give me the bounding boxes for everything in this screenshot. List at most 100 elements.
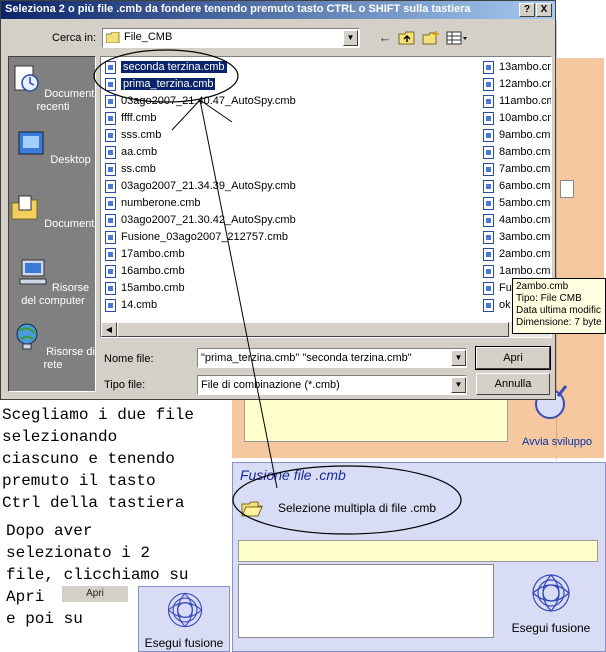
file-name: 16ambo.cmb (121, 265, 185, 277)
place-documents[interactable]: Documenti (9, 193, 97, 231)
up-folder-icon[interactable] (398, 30, 416, 46)
file-name: 03ago2007_21.40.47_AutoSpy.cmb (121, 95, 296, 107)
chevron-down-icon[interactable]: ▼ (343, 30, 358, 46)
file-item[interactable]: 4ambo.cmb (481, 212, 551, 228)
esegui-fusione-reference-label: Esegui fusione (144, 636, 224, 650)
file-item[interactable]: 15ambo.cmb (103, 280, 185, 296)
path-field[interactable] (238, 540, 598, 562)
file-name: numberone.cmb (121, 197, 201, 209)
esegui-fusione-label[interactable]: Esegui fusione (502, 621, 600, 635)
file-item[interactable]: 13ambo.cmb (481, 59, 551, 75)
file-item[interactable]: 1ambo.cmb (481, 263, 551, 279)
lookin-label: Cerca in: (52, 32, 97, 44)
file-item[interactable]: 8ambo.cmb (481, 144, 551, 160)
file-name: 03ago2007_21.30.42_AutoSpy.cmb (121, 214, 296, 226)
file-item[interactable]: 03ago2007_21.34.39_AutoSpy.cmb (103, 178, 296, 194)
file-item[interactable]: 9ambo.cmb (481, 127, 552, 143)
cmb-file-icon (483, 180, 494, 193)
file-item[interactable]: 16ambo.cmb (103, 263, 185, 279)
chevron-down-icon[interactable]: ▼ (451, 350, 466, 366)
file-item[interactable]: ss.cmb (103, 161, 156, 177)
file-name: 5ambo.cmb (499, 197, 552, 209)
file-item[interactable]: ffff.cmb (103, 110, 156, 126)
file-item[interactable]: ok (481, 297, 511, 313)
file-item[interactable]: Fusione_03ago2007_212757.cmb (103, 229, 288, 245)
file-name: ok (499, 299, 511, 311)
file-item[interactable]: seconda terzina.cmb (103, 59, 227, 75)
file-item[interactable]: 11ambo.cmb (481, 93, 551, 109)
small-white-field[interactable] (560, 180, 574, 198)
file-name: 6ambo.cmb (499, 180, 552, 192)
cmb-file-icon (483, 248, 494, 261)
file-item[interactable]: aa.cmb (103, 144, 157, 160)
selected-files-list[interactable] (238, 564, 494, 638)
place-desktop-label: Desktop (50, 154, 91, 166)
file-name: 15ambo.cmb (121, 282, 185, 294)
file-name: 11ambo.cmb (499, 95, 551, 107)
place-computer[interactable]: Risorse del computer (9, 257, 97, 308)
file-name: 03ago2007_21.34.39_AutoSpy.cmb (121, 180, 296, 192)
file-item[interactable]: 03ago2007_21.40.47_AutoSpy.cmb (103, 93, 296, 109)
back-arrow-icon[interactable]: ← (376, 30, 394, 46)
file-name: ffff.cmb (121, 112, 157, 124)
file-item[interactable]: sss.cmb (103, 127, 161, 143)
file-name: 2ambo.cmb (499, 248, 552, 260)
file-list[interactable]: seconda terzina.cmb prima_terzina.cmb 03ag… (100, 56, 552, 338)
file-name: 9ambo.cmb (499, 129, 552, 141)
place-recent[interactable]: Documenti recenti (9, 63, 97, 114)
lookin-value: File_CMB (124, 31, 173, 43)
file-item[interactable]: prima_terzina.cmb (103, 76, 216, 92)
close-button[interactable]: X (536, 3, 552, 17)
file-name: seconda terzina.cmb (121, 61, 227, 73)
filetype-select[interactable]: File di combinazione (*.cmb) (197, 375, 467, 395)
chevron-down-icon[interactable]: ▼ (451, 377, 466, 393)
cmb-file-icon (105, 146, 116, 159)
help-button[interactable]: ? (519, 3, 535, 17)
file-name: 14.cmb (121, 299, 158, 311)
file-item[interactable]: numberone.cmb (103, 195, 201, 211)
new-folder-icon[interactable] (422, 30, 440, 46)
yellow-text-area[interactable] (244, 398, 508, 442)
tooltip-line: Data ultima modific (516, 305, 602, 316)
cancel-button[interactable]: Annulla (476, 373, 550, 395)
folder-open-icon[interactable] (240, 498, 264, 518)
dialog-title: Seleziona 2 o più file .cmb da fondere t… (5, 3, 471, 15)
file-item[interactable]: 03ago2007_21.30.42_AutoSpy.cmb (103, 212, 296, 228)
file-name: 17ambo.cmb (121, 248, 185, 260)
file-item[interactable]: 3ambo.cmb (481, 229, 552, 245)
file-item[interactable]: 14.cmb (103, 297, 157, 313)
multi-select-label[interactable]: Selezione multipla di file .cmb (278, 501, 436, 515)
cmb-file-icon (483, 163, 494, 176)
network-icon (16, 323, 38, 350)
filetype-label: Tipo file: (104, 379, 146, 391)
file-name: 10ambo.cmb (499, 112, 551, 124)
esegui-fusione-icon[interactable] (526, 572, 576, 614)
file-name: Fusione_03ago2007_212757.cmb (121, 231, 288, 243)
scroll-left-icon[interactable]: ◀ (101, 322, 117, 337)
file-item[interactable]: 17ambo.cmb (103, 246, 185, 262)
file-item[interactable]: 12ambo.cmb (481, 76, 551, 92)
file-item[interactable]: 10ambo.cmb (481, 110, 551, 126)
open-button[interactable]: Apri (475, 346, 551, 370)
view-menu-icon[interactable] (446, 30, 468, 46)
place-network-label: Risorse di rete (43, 346, 95, 371)
place-network[interactable]: Risorse di rete (9, 321, 97, 372)
place-desktop[interactable]: Desktop (9, 129, 97, 167)
file-item[interactable]: 7ambo.cmb (481, 161, 551, 177)
scrollbar-thumb[interactable] (117, 322, 509, 337)
cmb-file-icon (483, 282, 494, 295)
recent-docs-icon (14, 65, 39, 92)
file-name: 3ambo.cmb (499, 231, 552, 243)
filename-input[interactable]: "prima_terzina.cmb" "seconda terzina.cmb… (197, 348, 467, 368)
cmb-file-icon (483, 231, 494, 244)
cmb-file-icon (483, 78, 494, 91)
tooltip-line: Tipo: File CMB (516, 293, 582, 304)
avvia-sviluppo-label[interactable]: Avvia sviluppo (517, 436, 597, 448)
file-item[interactable]: 6ambo.cmb (481, 178, 552, 194)
file-item[interactable]: 5ambo.cmb (481, 195, 552, 211)
file-item[interactable]: 2ambo.cmb (481, 246, 552, 262)
cmb-file-icon (105, 95, 116, 108)
file-name: ss.cmb (121, 163, 156, 175)
fusione-title: Fusione file .cmb (240, 467, 346, 483)
file-name: 12ambo.cmb (499, 78, 551, 90)
